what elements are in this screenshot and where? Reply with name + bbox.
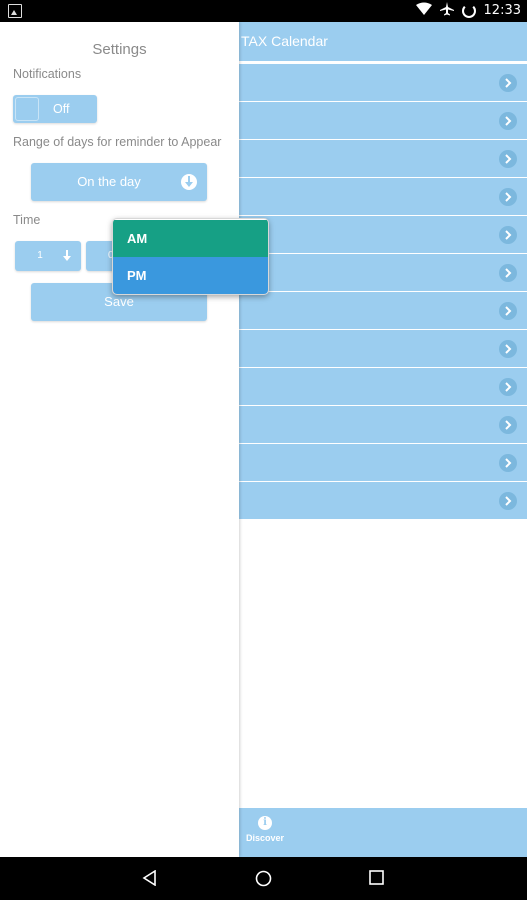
time-label: Time: [13, 213, 41, 227]
chevron-right-icon: [499, 264, 517, 282]
range-label: Range of days for reminder to Appear: [13, 135, 222, 149]
airplane-mode-icon: [439, 1, 454, 21]
list-item[interactable]: [239, 102, 527, 140]
wifi-icon: [415, 2, 432, 21]
list-item[interactable]: [239, 216, 527, 254]
toggle-label: Off: [53, 102, 70, 116]
pm-option[interactable]: PM: [113, 257, 268, 294]
list-item[interactable]: [239, 178, 527, 216]
am-option[interactable]: AM: [113, 220, 268, 257]
settings-title: Settings: [92, 41, 147, 58]
chevron-right-icon: [499, 378, 517, 396]
toggle-knob: [15, 97, 39, 121]
hour-value: 1: [37, 250, 43, 261]
notifications-label: Notifications: [13, 67, 82, 81]
list-item[interactable]: [239, 368, 527, 406]
chevron-right-icon: [499, 302, 517, 320]
ampm-popup: AM PM: [112, 218, 269, 295]
arrow-down-icon: [181, 174, 197, 190]
chevron-right-icon: [499, 112, 517, 130]
app-header: TAX Calendar: [239, 22, 527, 61]
list-item[interactable]: [239, 254, 527, 292]
range-days-dropdown[interactable]: On the day: [31, 163, 207, 201]
settings-panel: Settings Notifications Off Range of days…: [0, 22, 239, 857]
chevron-right-icon: [499, 74, 517, 92]
battery-icon: [461, 4, 476, 18]
info-icon: i: [258, 816, 272, 830]
recents-icon[interactable]: [369, 870, 384, 889]
chevron-right-icon: [499, 416, 517, 434]
list-item[interactable]: [239, 292, 527, 330]
image-notification-icon: [8, 4, 22, 18]
navigation-bar: [0, 857, 527, 900]
notifications-toggle[interactable]: Off: [13, 95, 97, 123]
chevron-right-icon: [499, 340, 517, 358]
chevron-right-icon: [499, 226, 517, 244]
home-icon[interactable]: [255, 870, 272, 891]
list-item[interactable]: [239, 482, 527, 520]
calendar-list: [239, 64, 527, 520]
list-item[interactable]: [239, 444, 527, 482]
arrow-down-icon: [59, 248, 75, 264]
status-bar: 12:33: [0, 0, 527, 22]
footer-bar: i Discover: [239, 808, 527, 857]
chevron-right-icon: [499, 454, 517, 472]
list-item[interactable]: [239, 330, 527, 368]
hour-dropdown[interactable]: 1: [15, 241, 81, 271]
back-icon[interactable]: [142, 869, 158, 890]
chevron-right-icon: [499, 188, 517, 206]
chevron-right-icon: [499, 150, 517, 168]
main-content: TAX Calendar i Discover: [239, 22, 527, 857]
list-item[interactable]: [239, 406, 527, 444]
discover-button[interactable]: i Discover: [242, 816, 288, 843]
status-icons: 12:33: [415, 1, 521, 21]
range-value: On the day: [77, 174, 141, 189]
page-title: TAX Calendar: [241, 33, 328, 49]
list-item[interactable]: [239, 140, 527, 178]
list-item[interactable]: [239, 64, 527, 102]
clock-time: 12:33: [483, 3, 521, 18]
discover-label: Discover: [245, 833, 285, 843]
chevron-right-icon: [499, 492, 517, 510]
